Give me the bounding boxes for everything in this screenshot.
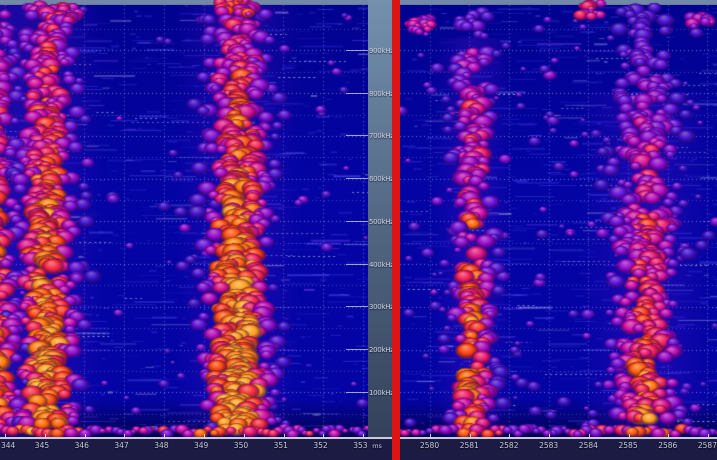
time-tick-label: 349	[194, 441, 208, 450]
freq-label: 300kHz	[369, 303, 394, 311]
time-tick-label: 344	[1, 441, 15, 450]
time-tick-label: 347	[114, 441, 128, 450]
time-tick-mark	[124, 434, 125, 439]
time-tick-label: 2580	[420, 441, 439, 450]
freq-label: 900kHz	[369, 47, 394, 55]
time-tick-label: 2584	[579, 441, 598, 450]
freq-tick-line	[346, 178, 368, 179]
time-tick-mark	[549, 434, 550, 439]
freq-label: 600kHz	[369, 175, 394, 183]
time-tick-mark	[430, 434, 431, 439]
time-tick-mark	[708, 434, 709, 439]
time-tick-mark	[164, 434, 165, 439]
freq-label: 700kHz	[369, 132, 394, 140]
time-tick-label: 2581	[460, 441, 479, 450]
freq-tick-line	[346, 50, 368, 51]
freq-tick-line	[346, 135, 368, 136]
time-tick-label: 351	[274, 441, 288, 450]
time-tick-label: 2587	[698, 441, 717, 450]
time-axis-bar: 344 345 346 347 348 349 350 351 352 353 ms 2580 2581…	[0, 437, 717, 460]
frequency-axis-strip: 900kHz 800kHz 700kHz 600kHz 500kHz 400kHz 300k…	[368, 0, 392, 437]
freq-label: 800kHz	[369, 90, 394, 98]
time-tick-mark	[204, 434, 205, 439]
time-tick-mark	[668, 434, 669, 439]
time-tick-label: 2582	[499, 441, 518, 450]
panel-divider[interactable]	[392, 0, 400, 460]
time-tick-label: 2583	[539, 441, 558, 450]
time-axis-unit: ms	[372, 442, 382, 450]
time-tick-label: 345	[35, 441, 49, 450]
time-tick-mark	[85, 434, 86, 439]
time-tick-mark	[363, 434, 364, 439]
left-spectrogram-canvas	[0, 0, 368, 437]
time-tick-mark	[323, 434, 324, 439]
time-tick-mark	[629, 434, 630, 439]
freq-label: 200kHz	[369, 346, 394, 354]
time-tick-mark	[45, 434, 46, 439]
freq-tick-line	[346, 221, 368, 222]
time-tick-label: 350	[234, 441, 248, 450]
freq-label: 400kHz	[369, 261, 394, 269]
time-tick-label: 352	[313, 441, 327, 450]
spectrogram-window: 900kHz 800kHz 700kHz 600kHz 500kHz 400kHz 300k…	[0, 0, 717, 460]
time-tick-mark	[284, 434, 285, 439]
freq-tick-line	[346, 93, 368, 94]
time-tick-mark	[5, 434, 6, 439]
time-tick-label: 348	[154, 441, 168, 450]
freq-label: 100kHz	[369, 389, 394, 397]
time-tick-mark	[470, 434, 471, 439]
time-tick-mark	[589, 434, 590, 439]
time-tick-label: 353	[353, 441, 367, 450]
time-tick-label: 2586	[658, 441, 677, 450]
right-spectrogram-canvas	[400, 0, 717, 437]
freq-tick-line	[346, 306, 368, 307]
freq-tick-line	[346, 264, 368, 265]
freq-tick-line	[346, 349, 368, 350]
freq-tick-line	[346, 392, 368, 393]
time-tick-label: 2585	[619, 441, 638, 450]
time-tick-mark	[244, 434, 245, 439]
time-tick-mark	[509, 434, 510, 439]
time-tick-label: 346	[75, 441, 89, 450]
freq-label: 500kHz	[369, 218, 394, 226]
